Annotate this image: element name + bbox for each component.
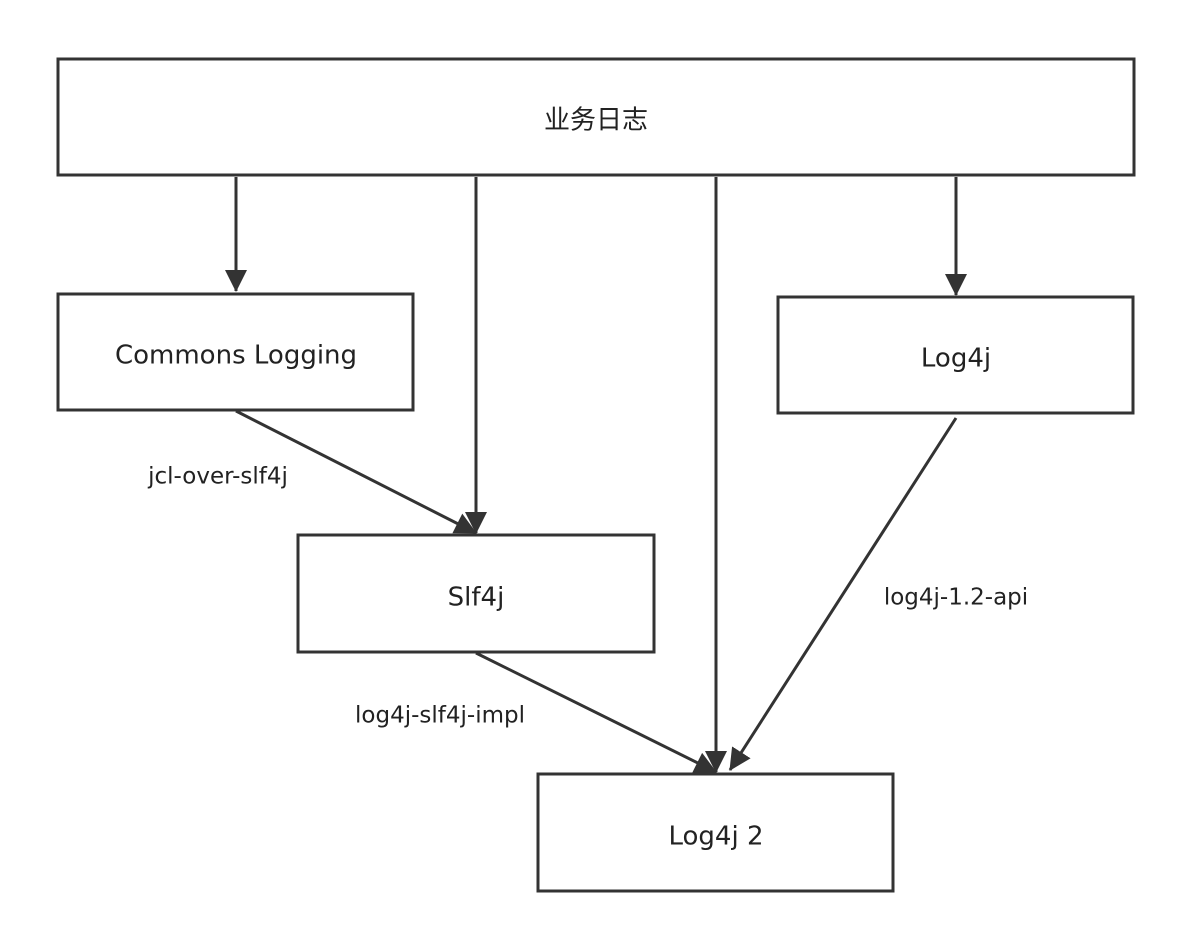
log4j2-label: Log4j 2 — [668, 822, 763, 852]
edge-label-log4j-slf4j-impl: log4j-slf4j-impl — [355, 703, 525, 729]
commons-logging-label: Commons Logging — [115, 341, 357, 371]
log4j2-node: Log4j 2 — [536, 772, 895, 893]
slf4j-label: Slf4j — [448, 583, 505, 613]
business-log-node: 业务日志 — [56, 57, 1136, 177]
commons-logging-node: Commons Logging — [56, 292, 415, 412]
log4j-label: Log4j — [921, 344, 991, 374]
business-log-label: 业务日志 — [544, 106, 648, 136]
slf4j-node: Slf4j — [296, 533, 656, 654]
edge-label-log4j-1-2-api: log4j-1.2-api — [884, 585, 1028, 611]
dependency-diagram: 业务日志 Commons Logging Log4j Slf4j Log4j 2 — [56, 57, 1136, 893]
edge-label-jcl-over-slf4j: jcl-over-slf4j — [147, 464, 288, 490]
log4j-node: Log4j — [776, 295, 1135, 415]
